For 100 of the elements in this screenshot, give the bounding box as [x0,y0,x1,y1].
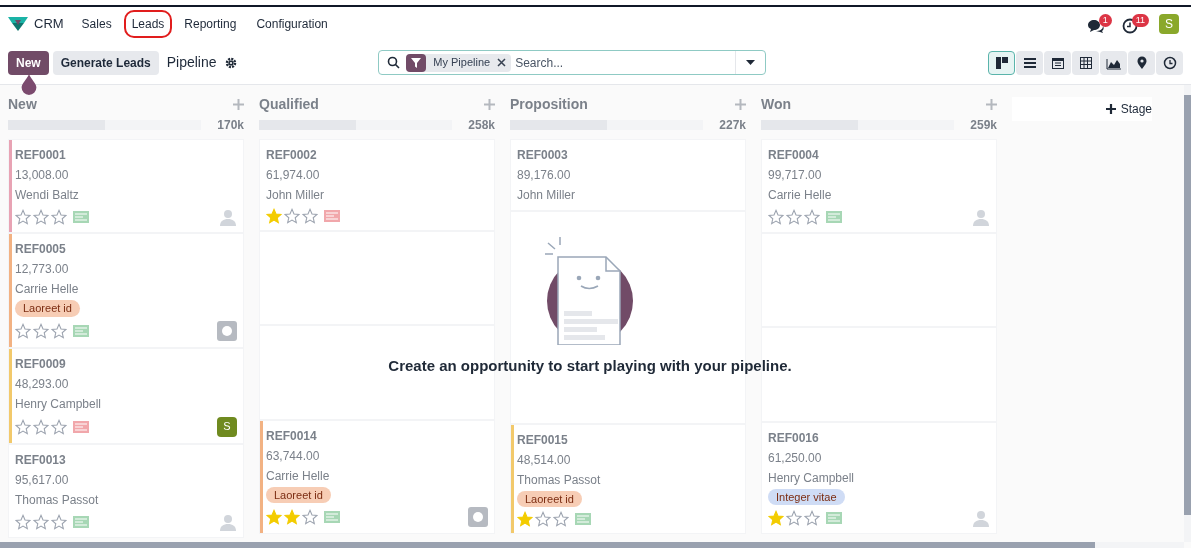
star-icon[interactable] [33,209,49,225]
star-icon[interactable] [51,418,67,435]
activity-icon[interactable] [826,512,842,524]
app-logo-icon[interactable] [8,17,28,31]
column-total: 227k [719,117,746,134]
lead-card[interactable]: REF0002 61,974.00 John Miller [259,139,495,231]
view-switch-button[interactable] [1072,50,1099,75]
column-total: 259k [970,117,997,134]
star-icon[interactable] [535,511,551,527]
scrollbar[interactable] [0,542,1095,548]
star-icon[interactable] [33,322,49,339]
lead-reference: REF0009 [15,355,67,373]
activity-icon[interactable] [73,211,89,223]
avatar-icon [468,507,488,527]
star-icon[interactable] [15,322,31,339]
lead-card[interactable]: REF0003 89,176.00 John Miller [510,139,746,211]
search-field[interactable]: My Pipeline Search... [378,50,767,75]
view-switch-button[interactable] [1156,50,1183,75]
star-icon[interactable] [553,511,569,527]
kanban-icon [994,55,1009,70]
close-icon[interactable] [497,58,507,67]
star-icon[interactable] [302,208,318,224]
star-icon[interactable] [284,208,300,224]
activity-icon[interactable] [73,515,89,528]
view-switch-button[interactable] [1044,50,1071,75]
star-icon[interactable] [266,509,282,525]
menu-item[interactable]: Configuration [248,10,336,38]
lead-card[interactable]: REF0014 63,744.00 Carrie Helle Laoreet id [259,419,495,534]
lead-reference: REF0014 [266,427,318,445]
star-icon[interactable] [15,513,31,530]
activity-icon[interactable] [575,513,591,525]
menu-item[interactable]: Sales [73,10,120,38]
star-icon[interactable] [786,510,802,526]
lead-amount: 48,293.00 [15,375,70,393]
tag: Integer vitae [768,488,845,505]
star-icon[interactable] [804,209,820,225]
star-icon[interactable] [302,509,318,525]
lead-reference: REF0003 [517,147,569,164]
add-icon[interactable] [233,98,244,110]
add-icon[interactable] [484,98,495,110]
caret-icon[interactable] [746,60,756,65]
add-stage-button[interactable]: Stage [1012,97,1152,121]
lead-card[interactable]: REF0009 48,293.00 Henry Campbell S [8,347,244,444]
view-switch-button[interactable] [988,50,1015,75]
view-switch-button[interactable] [1016,50,1043,75]
view-switch-button[interactable] [1100,50,1127,75]
new-button[interactable]: New [8,50,49,75]
lead-card[interactable]: REF0001 13,008.00 Wendi Baltz [8,139,244,233]
column-title: New [8,94,37,114]
activity-icon[interactable] [324,511,340,523]
star-icon[interactable] [284,509,300,525]
filter-facet[interactable]: My Pipeline [406,53,512,72]
person-icon [972,208,990,226]
add-icon[interactable] [986,98,997,110]
lead-card[interactable]: REF0013 95,617.00 Thomas Passot [8,443,244,538]
contact-name: Carrie Helle [266,467,331,485]
view-switch-button[interactable] [1128,50,1155,75]
activity-icon[interactable] [73,324,89,337]
activity-icon[interactable] [73,420,89,433]
star-icon[interactable] [51,513,67,530]
star-icon[interactable] [786,209,802,225]
lead-card[interactable]: REF0005 12,773.00 Carrie Helle Laoreet id [8,233,244,348]
tag: Laoreet id [266,486,331,503]
star-icon[interactable] [768,510,784,526]
lead-card[interactable]: REF0004 99,717.00 Carrie Helle [761,139,997,233]
notification-badge: 1 [1098,14,1112,27]
generate-leads-button[interactable]: Generate Leads [52,50,159,75]
lead-card[interactable]: REF0016 61,250.00 Henry Campbell Integer vitae [761,421,997,534]
star-icon[interactable] [51,322,67,339]
chat-icon [1086,18,1105,34]
star-icon[interactable] [804,510,820,526]
filter-icon [411,57,422,68]
empty-state-message: Create an opportunity to start playing with your pipeline. [388,356,792,376]
settings-icon[interactable] [224,56,237,69]
menu-item[interactable]: Leads [123,10,173,38]
star-icon[interactable] [15,418,31,435]
star-icon[interactable] [517,511,533,527]
person-icon [972,509,990,527]
contact-name: Henry Campbell [15,395,103,413]
star-icon[interactable] [15,209,31,225]
tag: Laoreet id [517,490,582,507]
app-name[interactable]: CRM [34,14,64,34]
activity-icon[interactable] [324,210,340,222]
star-icon[interactable] [33,513,49,530]
star-icon[interactable] [33,418,49,435]
menu-item[interactable]: Reporting [176,10,245,38]
star-icon[interactable] [266,208,282,224]
lead-amount: 89,176.00 [517,167,572,184]
lead-card[interactable]: REF0015 48,514.00 Thomas Passot Laoreet id [510,423,746,534]
person-icon [219,208,237,226]
column-title: Won [761,94,792,114]
add-icon[interactable] [735,98,746,110]
contact-name: John Miller [517,187,577,204]
map-pin-icon [1135,55,1148,70]
star-icon[interactable] [51,209,67,225]
scrollbar[interactable] [1184,95,1191,515]
avatar-icon [217,320,237,341]
star-icon[interactable] [768,209,784,225]
activity-icon[interactable] [826,211,842,223]
contact-name: Carrie Helle [15,281,80,298]
